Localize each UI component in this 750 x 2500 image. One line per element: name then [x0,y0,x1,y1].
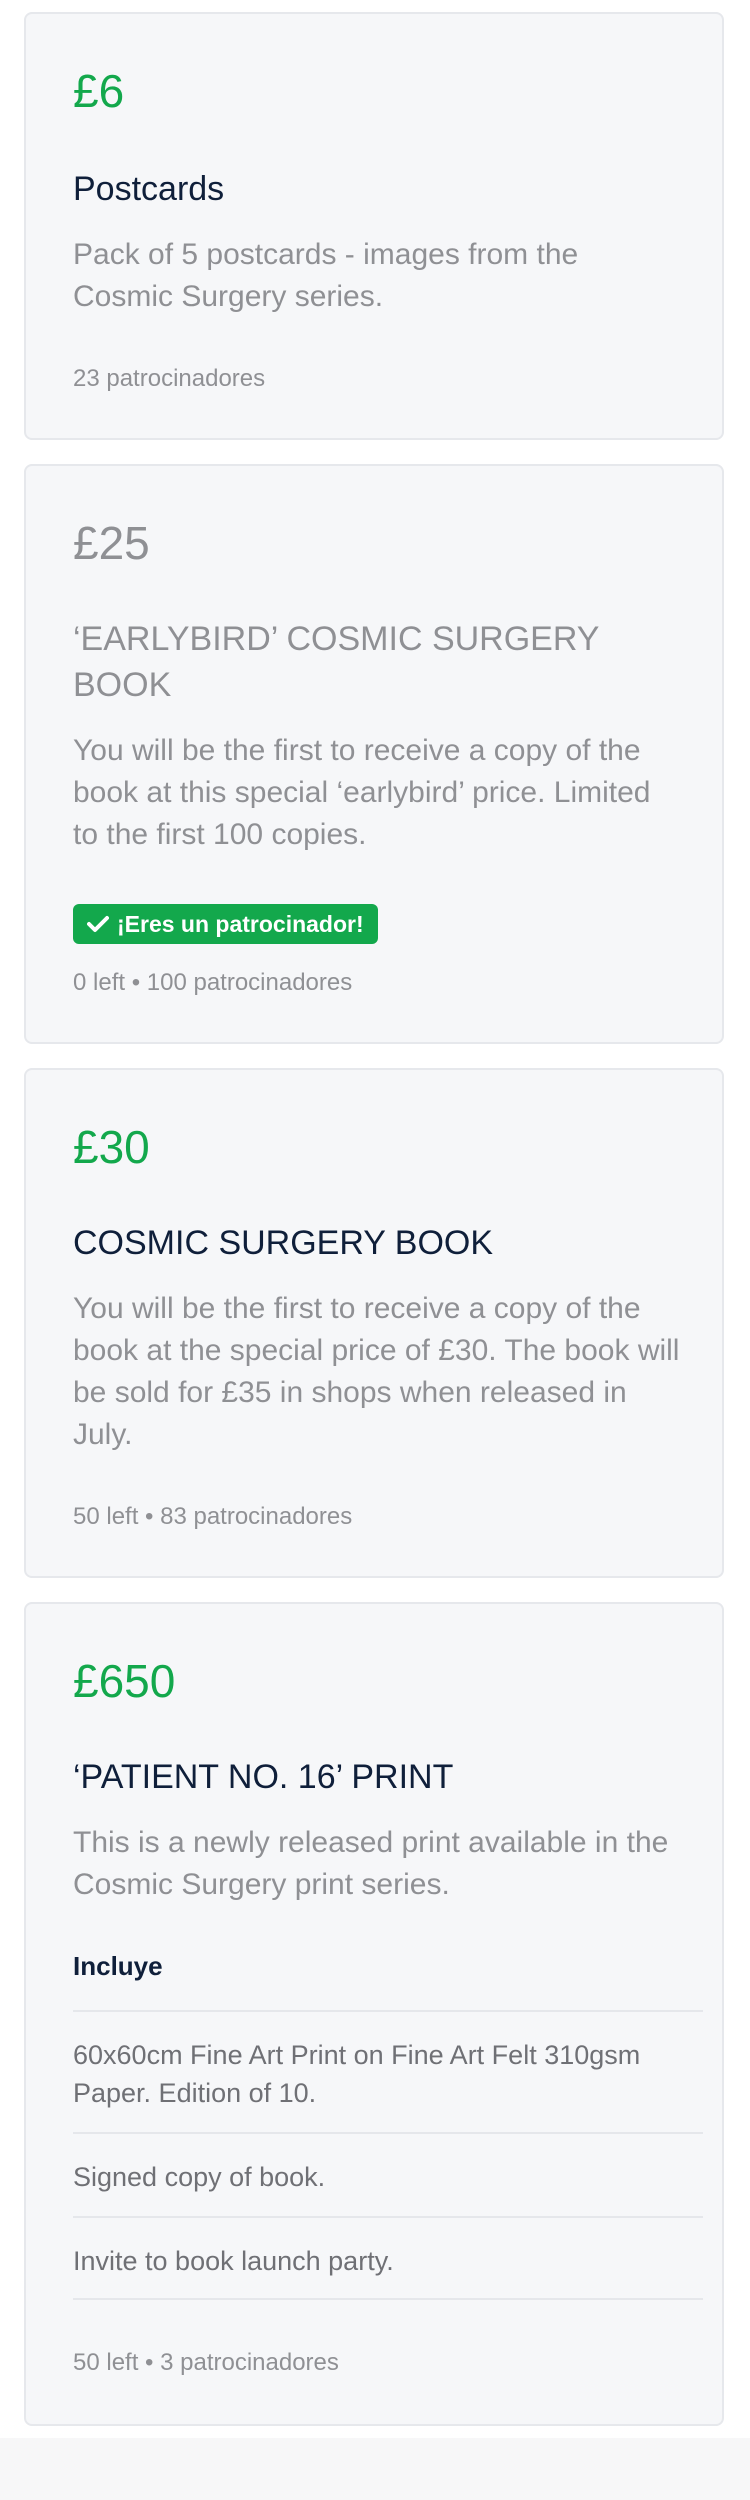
reward-price: £650 [73,1655,176,1707]
reward-description: You will be the first to receive a copy … [73,734,651,851]
reward-title: ‘PATIENT NO. 16’ PRINT [73,1758,454,1796]
reward-backers: 0 left • 100 patrocinadores [73,969,353,996]
list-item: 60x60cm Fine Art Print on Fine Art Felt … [73,2010,703,2132]
reward-description: This is a newly released print available… [73,1826,669,1901]
reward-card-patient-print[interactable]: £650 ‘PATIENT NO. 16’ PRINT This is a ne… [24,1602,724,2426]
reward-price: £25 [73,517,150,569]
include-text: Invite to book launch party. [73,2246,394,2276]
reward-description: You will be the first to receive a copy … [73,1292,680,1451]
list-item: Signed copy of book. [73,2132,703,2216]
rewards-page: £6 Postcards Pack of 5 postcards - image… [0,0,750,2438]
reward-title: COSMIC SURGERY BOOK [73,1224,494,1262]
include-text: 60x60cm Fine Art Print on Fine Art Felt … [73,2040,641,2108]
reward-description: Pack of 5 postcards - images from the Co… [73,238,579,313]
reward-backers: 50 left • 3 patrocinadores [73,2349,339,2376]
reward-card-postcards[interactable]: £6 Postcards Pack of 5 postcards - image… [24,12,724,440]
reward-price: £6 [73,65,125,117]
check-icon [87,916,109,932]
page-footer-background [0,2438,750,2500]
badge-label: ¡Eres un patrocinador! [117,911,364,937]
include-text: Signed copy of book. [73,2162,326,2192]
list-item: Invite to book launch party. [73,2216,703,2300]
reward-backers: 50 left • 83 patrocinadores [73,1503,353,1530]
reward-title: Postcards [73,170,225,208]
reward-card-cosmic-surgery-book[interactable]: £30 COSMIC SURGERY BOOK You will be the … [24,1068,724,1578]
reward-card-earlybird-book[interactable]: £25 ‘EARLYBIRD’ COSMIC SURGERY BOOK You … [24,464,724,1044]
includes-heading: Incluye [73,1951,163,1981]
backer-status-badge: ¡Eres un patrocinador! [73,904,378,944]
reward-backers: 23 patrocinadores [73,365,266,392]
reward-price: £30 [73,1121,150,1173]
reward-title: ‘EARLYBIRD’ COSMIC SURGERY BOOK [73,620,599,704]
